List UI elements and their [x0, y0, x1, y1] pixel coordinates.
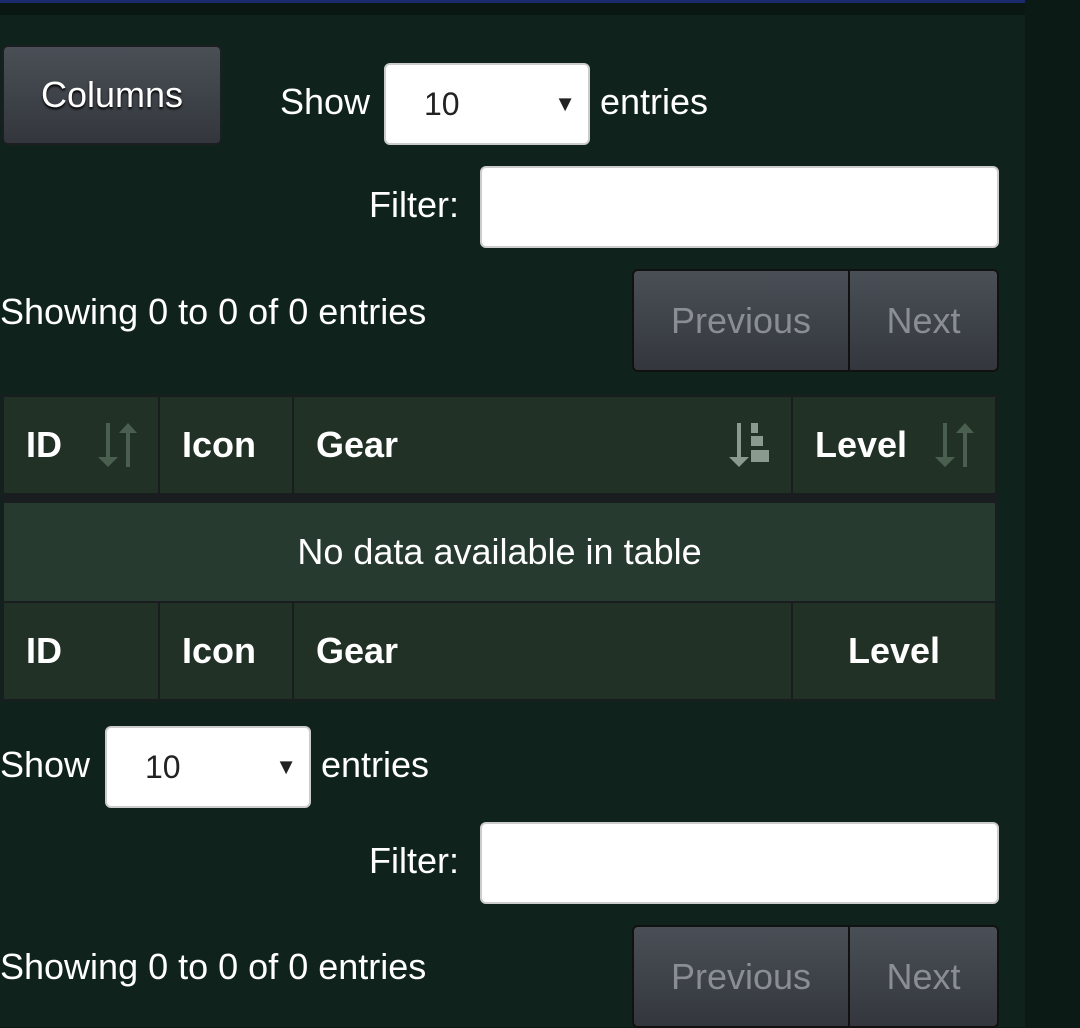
filter-input[interactable]	[480, 166, 999, 248]
pagination-bottom: Previous Next	[632, 925, 999, 1028]
sort-unsorted-icon	[98, 423, 137, 467]
previous-button[interactable]: Previous	[634, 927, 850, 1026]
filter-label: Filter:	[369, 184, 459, 225]
header-gear[interactable]: Gear	[292, 395, 793, 495]
footer-level: Level	[791, 601, 997, 701]
footer-id: ID	[2, 601, 160, 701]
previous-button[interactable]: Previous	[634, 271, 850, 370]
page-size-value: 10	[424, 85, 460, 122]
header-icon[interactable]: Icon	[158, 395, 294, 495]
gear-table: ID Icon Gear Level No data available in …	[2, 395, 997, 701]
footer-icon: Icon	[158, 601, 294, 701]
footer-gear: Gear	[292, 601, 793, 701]
header-id[interactable]: ID	[2, 395, 160, 495]
entries-label: entries	[600, 81, 709, 122]
page-size-select[interactable]: 10 ▼	[384, 63, 590, 145]
next-button[interactable]: Next	[850, 271, 997, 370]
sort-descending-icon	[729, 423, 769, 467]
dropdown-arrow-icon: ▼	[554, 91, 576, 116]
dropdown-arrow-icon: ▼	[275, 754, 297, 779]
top-bar	[0, 3, 1025, 15]
table-info-bottom: Showing 0 to 0 of 0 entries	[0, 946, 427, 987]
pagination: Previous Next	[632, 269, 999, 372]
table-info: Showing 0 to 0 of 0 entries	[0, 291, 427, 332]
filter-label-bottom: Filter:	[369, 840, 459, 881]
sort-unsorted-icon	[935, 423, 974, 467]
page-size-select-bottom[interactable]: 10 ▼	[105, 726, 311, 808]
header-level[interactable]: Level	[791, 395, 997, 495]
empty-message: No data available in table	[2, 501, 997, 603]
next-button[interactable]: Next	[850, 927, 997, 1026]
filter-input-bottom[interactable]	[480, 822, 999, 904]
page-size-value: 10	[145, 748, 181, 785]
show-label-bottom: Show	[0, 744, 91, 785]
entries-label-bottom: entries	[321, 744, 430, 785]
show-label: Show	[280, 81, 371, 122]
columns-button[interactable]: Columns	[2, 45, 222, 145]
